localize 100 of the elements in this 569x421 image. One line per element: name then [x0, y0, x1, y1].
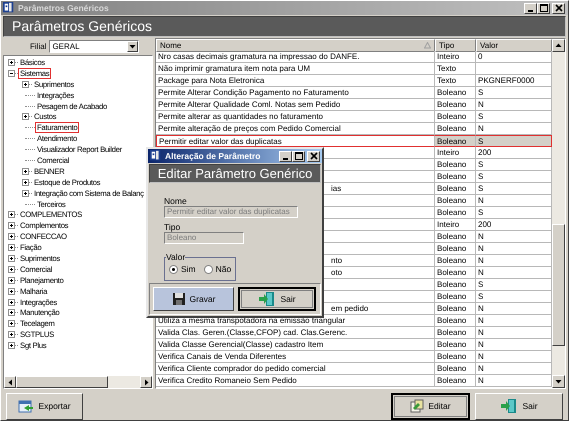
table-cell: Boleano	[435, 159, 476, 171]
expand-toggle[interactable]	[8, 298, 15, 306]
group-label: Valor	[166, 252, 186, 262]
dialog-title: Alteração de Parâmetro	[165, 151, 262, 161]
table-cell: Boleano	[435, 231, 476, 243]
expand-toggle[interactable]	[22, 113, 29, 120]
maximize-button[interactable]	[537, 2, 550, 14]
door-exit-icon	[500, 398, 518, 414]
table-cell: Permite Alterar Qualidade Coml. Notas sem Pedido	[156, 99, 435, 111]
maximize-button[interactable]	[292, 150, 305, 162]
table-cell: Boleano	[435, 327, 476, 339]
field-label: Nome	[164, 196, 188, 206]
table-cell: Inteiro	[435, 219, 476, 231]
page-header: Parâmetros Genéricos	[3, 16, 566, 37]
branch-dropdown[interactable]: GERAL	[49, 40, 140, 52]
maximize-icon	[540, 4, 548, 12]
expand-toggle[interactable]	[22, 168, 29, 175]
table-cell: Permitir editar valor das duplicatas	[156, 135, 435, 147]
logo-icon	[150, 150, 162, 162]
scrollbar-thumb[interactable]	[16, 376, 108, 388]
expand-toggle[interactable]	[8, 309, 15, 316]
expand-toggle[interactable]	[8, 342, 15, 350]
expand-toggle[interactable]	[8, 288, 15, 295]
table-cell: Boleano	[435, 315, 476, 327]
expand-toggle[interactable]	[22, 80, 29, 88]
scroll-right-button[interactable]	[140, 376, 152, 388]
table-cell: Permite Alterar Condição Pagamento no Faturamento	[156, 87, 435, 99]
table-cell: Não imprimir gramatura item nota para UM	[156, 63, 435, 75]
sort-icon	[424, 42, 431, 49]
table-cell: Nro casas decimais gramatura na impressao do DANFE.	[156, 51, 435, 63]
edit-icon	[410, 399, 424, 414]
table-cell: Verifica Cliente comprador do pedido comercial	[156, 363, 435, 375]
table-cell: Boleano	[435, 195, 476, 207]
window-title: Parâmetros Genéricos	[18, 3, 110, 13]
table-cell: S	[476, 135, 552, 147]
expand-toggle[interactable]	[22, 190, 29, 197]
edit-button[interactable]: Editar	[391, 392, 470, 420]
radio-option[interactable]: Sim	[169, 264, 196, 274]
expand-toggle[interactable]	[8, 58, 15, 66]
table-cell: Boleano	[435, 99, 476, 111]
expand-toggle[interactable]	[22, 178, 29, 186]
filter-label: Filial	[30, 42, 46, 50]
collapse-toggle[interactable]	[8, 70, 15, 77]
left-arrow-icon	[6, 378, 14, 386]
right-arrow-icon	[142, 378, 150, 386]
scrollbar-thumb[interactable]	[552, 224, 565, 346]
radio-option[interactable]: Não	[204, 264, 232, 274]
table-cell: Boleano	[435, 279, 476, 291]
door-exit-icon	[258, 291, 276, 307]
table-cell: Boleano	[435, 135, 476, 147]
close-button[interactable]	[552, 2, 565, 14]
minimize-button[interactable]	[524, 2, 537, 14]
table-cell: Boleano	[435, 87, 476, 99]
export-icon	[18, 399, 34, 414]
expand-toggle[interactable]	[8, 211, 15, 218]
export-button[interactable]: Exportar	[6, 392, 83, 420]
field-label: Tipo	[164, 222, 182, 232]
table-cell: Boleano	[435, 375, 476, 387]
table-cell: Boleano	[435, 171, 476, 183]
dialog-header: Editar Parâmetro Genérico	[149, 164, 321, 183]
table-cell: Boleano	[435, 351, 476, 363]
exit-button[interactable]: Sair	[238, 287, 316, 311]
table-cell: Boleano	[435, 291, 476, 303]
scroll-up-button[interactable]	[552, 39, 565, 52]
table-cell: Boleano	[435, 207, 476, 219]
table-cell: Permite alterar as quantidades no faturamento	[156, 111, 435, 123]
table-cell: Permite alteração de preços com Pedido Comercial	[156, 123, 435, 135]
expand-toggle[interactable]	[8, 233, 15, 240]
close-icon	[554, 4, 562, 12]
up-arrow-icon	[555, 42, 562, 49]
expand-toggle[interactable]	[8, 222, 15, 230]
table-cell: Inteiro	[435, 51, 476, 63]
table-cell: Texto	[435, 75, 476, 87]
down-arrow-icon	[555, 378, 562, 386]
scroll-down-button[interactable]	[552, 375, 565, 388]
expand-toggle[interactable]	[8, 266, 15, 273]
column-header[interactable]: Valor	[476, 39, 552, 52]
table-cell: Boleano	[435, 267, 476, 279]
close-icon	[310, 152, 318, 160]
close-button[interactable]	[307, 150, 320, 162]
table-cell: Package para Nota Eletronica	[156, 75, 435, 87]
expand-toggle[interactable]	[8, 320, 15, 328]
table-cell: Boleano	[435, 303, 476, 315]
horizontal-scrollbar[interactable]	[4, 376, 152, 388]
expand-toggle[interactable]	[8, 331, 15, 338]
table-cell: Valida Classe Gerencial(Classe) cadastro Item	[156, 339, 435, 351]
table-cell: Boleano	[435, 363, 476, 375]
dropdown-arrow-icon	[129, 42, 136, 50]
save-button[interactable]: Gravar	[153, 287, 234, 311]
column-header[interactable]: Tipo	[435, 39, 476, 52]
expand-toggle[interactable]	[8, 276, 15, 284]
vertical-scrollbar[interactable]	[552, 39, 565, 388]
expand-toggle[interactable]	[8, 254, 15, 262]
exit-button[interactable]: Sair	[475, 392, 563, 420]
column-header[interactable]: Nome	[156, 39, 435, 52]
table-cell: Texto	[435, 63, 476, 75]
minimize-button[interactable]	[279, 150, 292, 162]
table-cell: Boleano	[435, 255, 476, 267]
expand-toggle[interactable]	[8, 244, 15, 252]
scroll-left-button[interactable]	[4, 376, 16, 388]
